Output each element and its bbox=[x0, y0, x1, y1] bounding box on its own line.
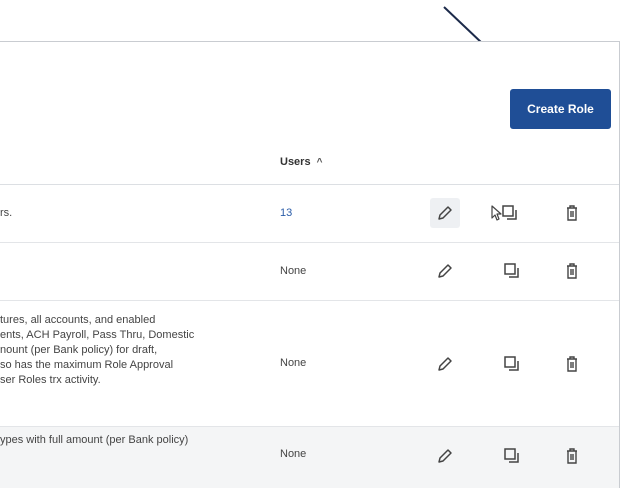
create-role-button[interactable]: Create Role bbox=[510, 89, 611, 129]
trash-icon[interactable] bbox=[557, 441, 587, 471]
trash-icon[interactable] bbox=[557, 198, 587, 228]
role-description: tures, all accounts, and enabled ents, A… bbox=[0, 314, 195, 386]
users-count: None bbox=[280, 448, 307, 460]
pencil-icon[interactable] bbox=[430, 256, 460, 286]
column-header-users[interactable]: Users ^ bbox=[280, 156, 322, 168]
table-row: tures, all accounts, and enabled ents, A… bbox=[0, 301, 619, 427]
table-row: ypes with full amount (per Bank policy) … bbox=[0, 427, 619, 488]
trash-icon[interactable] bbox=[557, 256, 587, 286]
trash-icon[interactable] bbox=[557, 349, 587, 379]
pencil-icon[interactable] bbox=[430, 441, 460, 471]
table-row: None bbox=[0, 243, 619, 301]
pencil-icon[interactable] bbox=[430, 198, 460, 228]
chevron-up-icon[interactable]: ^ bbox=[317, 157, 323, 168]
role-description: ypes with full amount (per Bank policy) bbox=[0, 434, 189, 446]
pencil-icon[interactable] bbox=[430, 349, 460, 379]
copy-icon[interactable] bbox=[496, 256, 526, 286]
copy-icon[interactable] bbox=[496, 441, 526, 471]
column-header-users-label: Users bbox=[280, 156, 311, 168]
roles-panel: Create Role Users ^ rs. 13 None tures, a… bbox=[0, 41, 620, 488]
table-row: rs. 13 bbox=[0, 185, 619, 243]
table-header: Users ^ bbox=[0, 142, 619, 185]
users-count: None bbox=[280, 357, 307, 369]
users-count-link[interactable]: 13 bbox=[280, 207, 292, 219]
users-count: None bbox=[280, 265, 307, 277]
role-description: rs. bbox=[0, 207, 13, 219]
copy-icon[interactable] bbox=[496, 349, 526, 379]
copy-icon[interactable] bbox=[487, 198, 527, 228]
